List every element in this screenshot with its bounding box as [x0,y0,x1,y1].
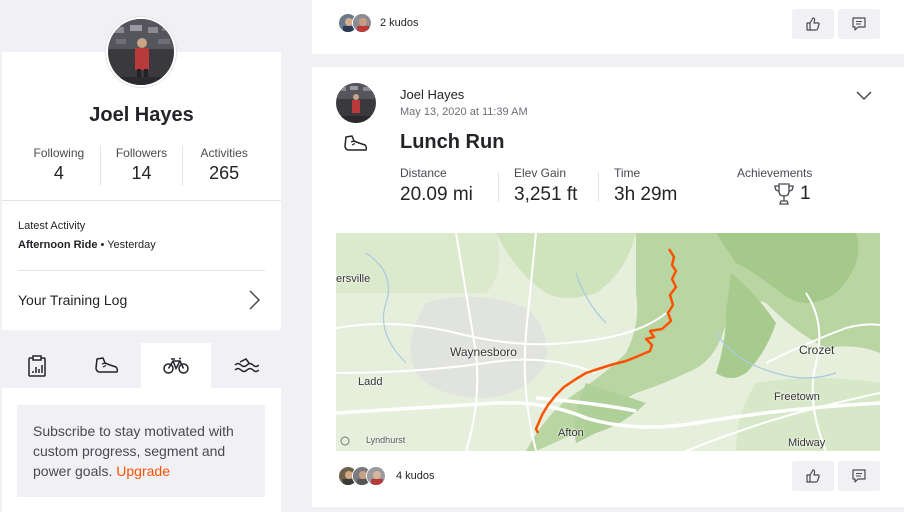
upgrade-link[interactable]: Upgrade [116,463,170,479]
stat-activities[interactable]: Activities 265 [183,146,265,186]
bike-icon [163,357,189,374]
metric-label: Distance [400,166,447,180]
map-label: ersville [336,273,371,285]
kudos-count[interactable]: 2 kudos [380,17,419,29]
latest-activity-when: • Yesterday [97,239,156,251]
trophy-icon [774,183,794,205]
tab-overview[interactable] [2,343,72,389]
chevron-down-icon[interactable] [855,89,873,103]
metric-value: 20.09 mi [400,184,473,205]
stat-value: 4 [53,163,64,183]
kudos-avatars[interactable] [338,13,372,33]
stat-value: 265 [209,163,240,183]
map-graphic [336,233,880,451]
sport-tabs [2,343,281,389]
metric-value: 3,251 ft [514,184,578,205]
map-label: Lyndhurst [366,435,406,445]
metric-elev-gain: Elev Gain 3,251 ft [514,166,577,206]
latest-activity-name[interactable]: Afternoon Ride [18,239,97,251]
stat-value: 14 [131,163,152,183]
comment-icon [852,469,866,483]
profile-card: Following 4 Followers 14 Activities 265 … [2,52,281,330]
latest-activity-label: Latest Activity [18,220,86,232]
metric-label: Achievements [737,166,813,180]
swim-icon [234,358,259,373]
metric-label: Elev Gain [514,166,567,180]
thumbs-up-icon [806,17,820,31]
map-label: Midway [788,437,826,449]
training-log-link[interactable]: Your Training Log [18,292,127,308]
avatar[interactable] [366,466,386,486]
achievements-count: 1 [800,183,811,204]
avatar[interactable] [336,83,376,123]
comment-button[interactable] [838,9,880,39]
give-kudos-button[interactable] [792,461,834,491]
metric-divider [598,172,599,202]
divider [18,270,265,271]
shoe-icon [95,357,119,373]
stat-label: Followers [115,146,168,160]
give-kudos-button[interactable] [792,9,834,39]
metric-label: Time [614,166,641,180]
map-label: Waynesboro [450,345,517,359]
map-label: Crozet [799,343,835,357]
avatar[interactable] [106,17,176,87]
map-label: Ladd [358,376,383,388]
kudos-avatars[interactable] [338,466,386,486]
activity-title[interactable]: Lunch Run [400,131,504,154]
shoe-icon [344,135,368,151]
activity-map[interactable]: ersville Waynesboro Ladd Afton Lyndhurst… [336,233,880,451]
thumbs-up-icon [806,469,820,483]
athlete-name[interactable]: Joel Hayes [2,104,281,127]
metric-time: Time 3h 29m [614,166,677,206]
metric-achievements: Achievements [737,166,812,180]
clipboard-icon [28,355,46,377]
chevron-right-icon[interactable] [246,288,262,312]
comment-icon [852,17,866,31]
map-label: Afton [558,427,584,439]
stat-following[interactable]: Following 4 [18,146,101,186]
subscribe-box: Subscribe to stay motivated with custom … [17,405,265,497]
activity-date: May 13, 2020 at 11:39 AM [400,106,528,118]
stat-followers[interactable]: Followers 14 [101,146,184,186]
stat-label: Following [33,146,85,160]
avatar[interactable] [352,13,372,33]
profile-stats: Following 4 Followers 14 Activities 265 [18,146,265,186]
map-label: Freetown [774,391,820,403]
tab-swim[interactable] [211,343,281,389]
activity-athlete-name[interactable]: Joel Hayes [400,87,464,102]
metric-value: 3h 29m [614,184,678,205]
tab-ride[interactable] [141,343,211,389]
tab-run[interactable] [72,343,142,389]
comment-button[interactable] [838,461,880,491]
stat-label: Activities [200,146,248,160]
kudos-count[interactable]: 4 kudos [396,470,435,482]
metric-distance: Distance 20.09 mi [400,166,473,206]
metric-divider [498,172,499,202]
divider [2,200,281,201]
latest-activity[interactable]: Afternoon Ride • Yesterday [18,239,156,251]
